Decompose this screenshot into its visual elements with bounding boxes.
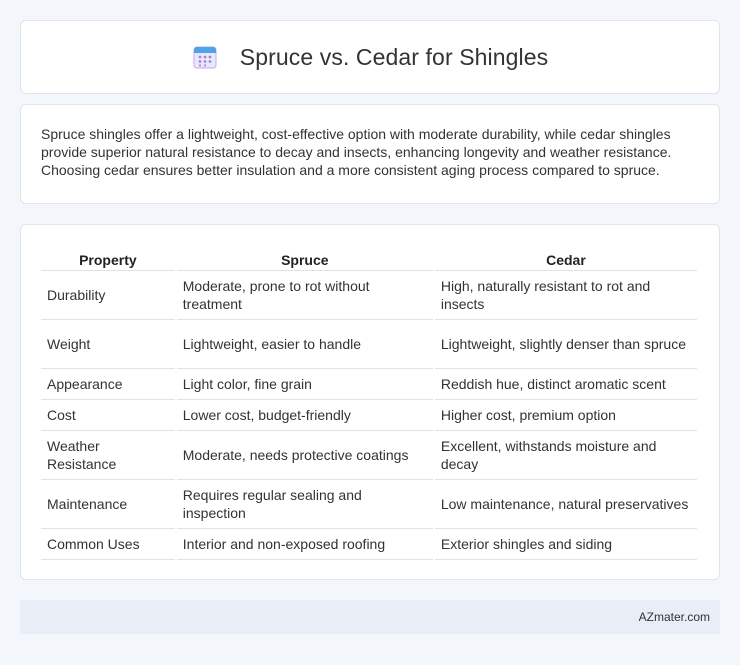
row-spruce: Moderate, needs protective coatings [176, 431, 433, 480]
table-row: Cost Lower cost, budget-friendly Higher … [41, 400, 697, 431]
column-header-spruce: Spruce [176, 245, 433, 271]
table-row: Common Uses Interior and non-exposed roo… [41, 529, 697, 560]
header: Spruce vs. Cedar for Shingles [192, 44, 548, 71]
row-cedar: Lightweight, slightly denser than spruce [434, 320, 697, 369]
row-property: Appearance [41, 369, 175, 400]
comparison-table: Property Spruce Cedar Durability Moderat… [39, 245, 699, 560]
row-spruce: Requires regular sealing and inspection [176, 480, 433, 529]
summary-card: Spruce shingles offer a lightweight, cos… [20, 104, 720, 204]
row-cedar: Exterior shingles and siding [434, 529, 697, 560]
row-spruce: Lower cost, budget-friendly [176, 400, 433, 431]
row-spruce: Moderate, prone to rot without treatment [176, 271, 433, 320]
footer: AZmater.com [20, 600, 720, 634]
row-property: Common Uses [41, 529, 175, 560]
row-spruce: Lightweight, easier to handle [176, 320, 433, 369]
comparison-table-card: Property Spruce Cedar Durability Moderat… [20, 224, 720, 580]
column-header-property: Property [41, 245, 175, 271]
row-spruce: Light color, fine grain [176, 369, 433, 400]
summary-text: Spruce shingles offer a lightweight, cos… [41, 126, 672, 178]
table-row: Maintenance Requires regular sealing and… [41, 480, 697, 529]
table-row: Weather Resistance Moderate, needs prote… [41, 431, 697, 480]
column-header-cedar: Cedar [434, 245, 697, 271]
calendar-icon [193, 46, 217, 69]
footer-site-link[interactable]: AZmater.com [639, 610, 710, 624]
row-property: Maintenance [41, 480, 175, 529]
table-row: Durability Moderate, prone to rot withou… [41, 271, 697, 320]
row-cedar: Low maintenance, natural preservatives [434, 480, 697, 529]
row-property: Cost [41, 400, 175, 431]
row-cedar: Excellent, withstands moisture and decay [434, 431, 697, 480]
header-card: Spruce vs. Cedar for Shingles [20, 20, 720, 94]
row-spruce: Interior and non-exposed roofing [176, 529, 433, 560]
row-property: Durability [41, 271, 175, 320]
row-cedar: Reddish hue, distinct aromatic scent [434, 369, 697, 400]
page-title: Spruce vs. Cedar for Shingles [239, 43, 549, 70]
row-cedar: Higher cost, premium option [434, 400, 697, 431]
row-property: Weight [41, 320, 175, 369]
table-row: Appearance Light color, fine grain Reddi… [41, 369, 697, 400]
row-property: Weather Resistance [41, 431, 175, 480]
row-cedar: High, naturally resistant to rot and ins… [434, 271, 697, 320]
table-row: Weight Lightweight, easier to handle Lig… [41, 320, 697, 369]
table-header-row: Property Spruce Cedar [41, 245, 697, 271]
